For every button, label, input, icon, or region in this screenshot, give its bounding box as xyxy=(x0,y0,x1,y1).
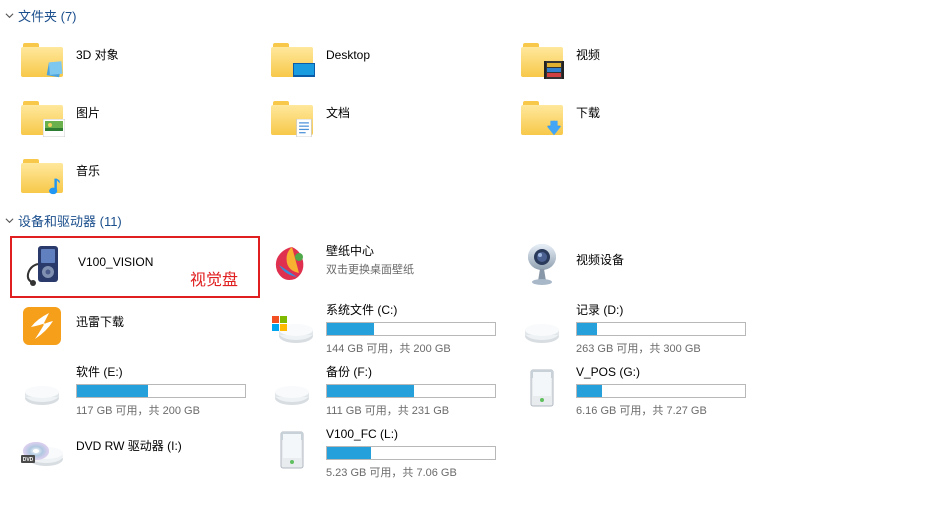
drive-status: 6.16 GB 可用，共 7.27 GB xyxy=(576,402,752,418)
folder-label: 下载 xyxy=(576,105,752,121)
folder-videos[interactable]: 视频 xyxy=(510,31,760,89)
drive-external-icon xyxy=(268,426,316,474)
drive-icon xyxy=(518,302,566,350)
dvd-drive-icon: DVD xyxy=(18,426,66,474)
drive-label: V100_FC (L:) xyxy=(326,426,502,442)
svg-text:DVD: DVD xyxy=(23,457,34,463)
drive-e[interactable]: 软件 (E:) 117 GB 可用，共 200 GB xyxy=(10,360,260,422)
drive-label: V_POS (G:) xyxy=(576,364,752,380)
folder-icon xyxy=(268,93,316,141)
drive-l[interactable]: V100_FC (L:) 5.23 GB 可用，共 7.06 GB xyxy=(260,422,510,484)
drive-status: 144 GB 可用，共 200 GB xyxy=(326,340,502,356)
device-video-device[interactable]: 视频设备 xyxy=(510,236,760,298)
folder-music[interactable]: 音乐 xyxy=(10,147,260,205)
webcam-icon xyxy=(518,240,566,288)
section-header-devices[interactable]: 设备和驱动器 (11) xyxy=(0,205,951,236)
media-player-icon xyxy=(20,242,68,290)
folder-documents[interactable]: 文档 xyxy=(260,89,510,147)
folder-icon xyxy=(518,35,566,83)
folder-icon xyxy=(18,35,66,83)
wallpaper-icon xyxy=(268,240,316,288)
capacity-bar xyxy=(576,384,746,398)
chevron-down-icon xyxy=(4,11,14,21)
section-title: 文件夹 (7) xyxy=(18,6,77,25)
drive-external-icon xyxy=(518,364,566,412)
drive-label: 系统文件 (C:) xyxy=(326,302,502,318)
folder-3d-objects[interactable]: 3D 对象 xyxy=(10,31,260,89)
folder-icon xyxy=(518,93,566,141)
folder-label: 音乐 xyxy=(76,163,252,179)
folder-label: 视频 xyxy=(576,47,752,63)
capacity-fill xyxy=(327,323,374,335)
drive-icon xyxy=(268,364,316,412)
annotation-label: 视觉盘 xyxy=(190,266,238,290)
drive-status: 111 GB 可用，共 231 GB xyxy=(326,402,502,418)
drive-label: 软件 (E:) xyxy=(76,364,252,380)
chevron-down-icon xyxy=(4,216,14,226)
drive-status: 5.23 GB 可用，共 7.06 GB xyxy=(326,464,502,480)
folder-label: Desktop xyxy=(326,47,502,63)
folder-label: 图片 xyxy=(76,105,252,121)
section-title: 设备和驱动器 (11) xyxy=(18,211,122,230)
folder-icon xyxy=(18,93,66,141)
drive-label: 备份 (F:) xyxy=(326,364,502,380)
folder-label: 3D 对象 xyxy=(76,47,252,63)
capacity-bar xyxy=(326,446,496,460)
device-v100-vision[interactable]: V100_VISION 视觉盘 xyxy=(10,236,260,298)
device-label: 迅雷下载 xyxy=(76,314,252,330)
folder-pictures[interactable]: 图片 xyxy=(10,89,260,147)
device-label: 视频设备 xyxy=(576,252,752,268)
device-xunlei[interactable]: 迅雷下载 xyxy=(10,298,260,360)
drive-status: 117 GB 可用，共 200 GB xyxy=(76,402,252,418)
folders-grid: 3D 对象 Desktop 视频 图片 xyxy=(0,31,951,205)
capacity-fill xyxy=(327,447,371,459)
capacity-bar xyxy=(326,384,496,398)
folder-label: 文档 xyxy=(326,105,502,121)
drive-label: 记录 (D:) xyxy=(576,302,752,318)
capacity-bar xyxy=(576,322,746,336)
capacity-bar xyxy=(76,384,246,398)
capacity-bar xyxy=(326,322,496,336)
drive-windows-icon xyxy=(268,302,316,350)
device-dvd[interactable]: DVD DVD RW 驱动器 (I:) xyxy=(10,422,260,484)
capacity-fill xyxy=(327,385,414,397)
device-label: DVD RW 驱动器 (I:) xyxy=(76,438,252,454)
capacity-fill xyxy=(577,385,602,397)
folder-downloads[interactable]: 下载 xyxy=(510,89,760,147)
section-header-folders[interactable]: 文件夹 (7) xyxy=(0,0,951,31)
device-wallpaper-center[interactable]: 壁纸中心 双击更换桌面壁纸 xyxy=(260,236,510,298)
folder-icon xyxy=(268,35,316,83)
capacity-fill xyxy=(77,385,148,397)
drive-g[interactable]: V_POS (G:) 6.16 GB 可用，共 7.27 GB xyxy=(510,360,760,422)
drive-c[interactable]: 系统文件 (C:) 144 GB 可用，共 200 GB xyxy=(260,298,510,360)
xunlei-icon xyxy=(18,302,66,350)
folder-desktop[interactable]: Desktop xyxy=(260,31,510,89)
drive-icon xyxy=(18,364,66,412)
folder-icon xyxy=(18,151,66,199)
device-label: 壁纸中心 xyxy=(326,243,502,259)
drive-f[interactable]: 备份 (F:) 111 GB 可用，共 231 GB xyxy=(260,360,510,422)
drive-status: 263 GB 可用，共 300 GB xyxy=(576,340,752,356)
devices-grid: V100_VISION 视觉盘 壁纸中心 双击更换桌面壁纸 视频设备 迅雷下载 … xyxy=(0,236,951,484)
capacity-fill xyxy=(577,323,597,335)
drive-d[interactable]: 记录 (D:) 263 GB 可用，共 300 GB xyxy=(510,298,760,360)
device-sublabel: 双击更换桌面壁纸 xyxy=(326,261,502,277)
